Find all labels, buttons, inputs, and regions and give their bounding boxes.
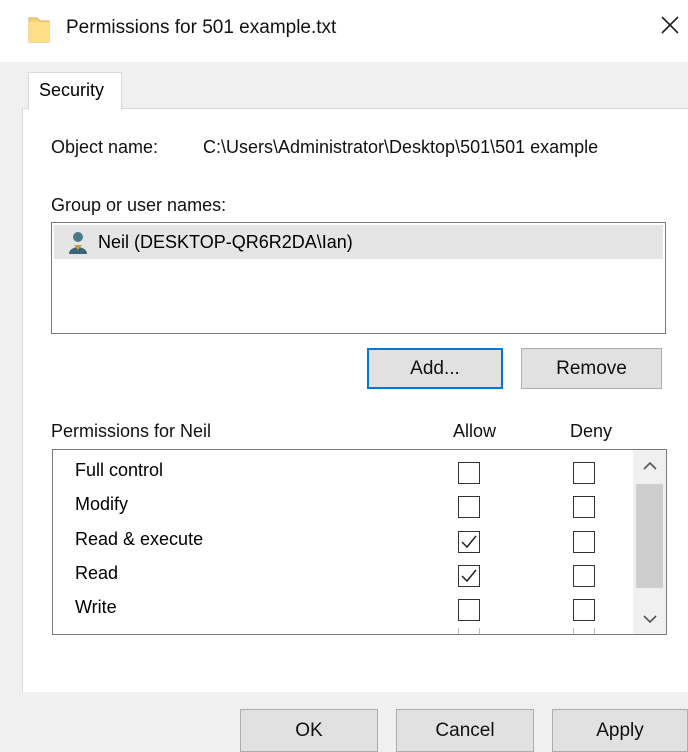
deny-checkbox[interactable] [573,462,595,484]
allow-checkbox[interactable] [458,565,480,587]
deny-checkbox[interactable] [573,565,595,587]
deny-checkbox[interactable] [573,531,595,553]
folder-icon [28,15,50,43]
allow-checkbox[interactable] [458,531,480,553]
permission-name: Write [75,597,117,617]
user-icon [67,231,89,255]
permission-row-write: Write [53,593,633,627]
permissions-list[interactable]: Full control Modify Read & execute Read … [52,449,667,635]
group-names-label: Group or user names: [51,195,227,215]
add-button[interactable]: Add... [367,348,503,389]
permission-name: Modify [75,494,129,514]
tab-security-label: Security [39,80,105,100]
ok-button[interactable]: OK [240,709,378,752]
user-name: Neil (DESKTOP-QR6R2DA\Ian) [98,232,353,252]
allow-checkbox[interactable] [458,462,480,484]
permission-name: Read [75,563,119,583]
tab-security[interactable]: Security [28,72,122,110]
permission-name: Read & execute [75,529,204,549]
user-list[interactable]: Neil (DESKTOP-QR6R2DA\Ian) [51,222,666,334]
scroll-thumb[interactable] [636,484,663,588]
apply-button[interactable]: Apply [552,709,688,752]
checkmark-icon [461,535,477,549]
deny-checkbox[interactable] [573,496,595,518]
deny-header: Deny [570,421,613,441]
permission-row-partial [53,628,633,634]
close-icon [660,15,680,40]
allow-checkbox[interactable] [458,496,480,518]
chevron-down-icon [642,614,657,623]
cancel-button[interactable]: Cancel [396,709,534,752]
object-name-label: Object name: [51,137,159,157]
window-title: Permissions for 501 example.txt [66,17,337,38]
allow-header: Allow [453,421,497,441]
permissions-scrollbar[interactable] [633,450,666,634]
deny-checkbox[interactable] [573,628,595,634]
allow-checkbox[interactable] [458,628,480,634]
title-bar: Permissions for 501 example.txt [0,0,688,62]
permission-row-read: Read [53,559,633,593]
permission-row-modify: Modify [53,490,633,524]
object-name-value: C:\Users\Administrator\Desktop\501\501 e… [203,137,599,157]
permission-row-read-execute: Read & execute [53,525,633,559]
permissions-label: Permissions for Neil [51,421,212,441]
list-item[interactable]: Neil (DESKTOP-QR6R2DA\Ian) [54,225,663,259]
permission-name: Full control [75,460,164,480]
allow-checkbox[interactable] [458,599,480,621]
scroll-up-button[interactable] [633,450,666,480]
close-button[interactable] [655,12,685,42]
remove-button[interactable]: Remove [521,348,662,389]
permission-row-full-control: Full control [53,456,633,490]
chevron-up-icon [642,461,657,470]
deny-checkbox[interactable] [573,599,595,621]
checkmark-icon [461,569,477,583]
scroll-down-button[interactable] [633,604,666,634]
